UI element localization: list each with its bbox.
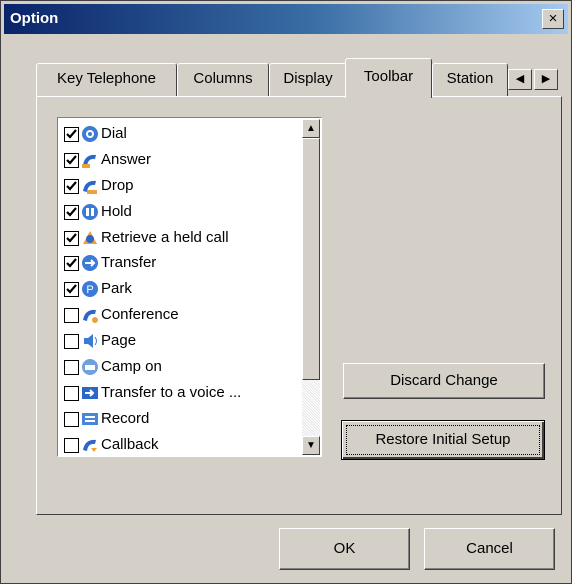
item-checkbox[interactable] [64, 334, 79, 350]
list-item[interactable]: Hold [64, 200, 304, 226]
list-item[interactable]: Transfer [64, 251, 304, 277]
option-dialog: Option × Key Telephone Columns Display T… [0, 0, 572, 584]
item-checkbox[interactable] [64, 127, 79, 142]
item-label: Dial [101, 125, 127, 142]
tab-label: Key Telephone [57, 70, 156, 87]
voice-transfer-icon [81, 384, 99, 402]
tab-columns[interactable]: Columns [177, 63, 269, 96]
item-checkbox[interactable] [64, 411, 79, 427]
tab-scroll-left-button[interactable]: ◀ [508, 69, 532, 90]
focus-rect [346, 425, 540, 455]
close-icon: × [548, 10, 558, 27]
list-item[interactable]: P Park [64, 277, 304, 303]
discard-change-button[interactable]: Discard Change [343, 363, 545, 399]
restore-initial-setup-button[interactable]: Restore Initial Setup [341, 420, 545, 460]
tab-label: Display [283, 70, 333, 87]
list-items-container: Dial Answer Drop Hold Retrieve a held call Tr… [64, 122, 304, 459]
item-label: Retrieve a held call [101, 228, 229, 246]
list-item[interactable]: Page [64, 329, 304, 355]
answer-icon [81, 151, 99, 169]
tab-scroll-right-button[interactable]: ▶ [534, 69, 558, 90]
conference-icon [81, 306, 99, 324]
tab-label: Toolbar [363, 68, 414, 85]
list-item[interactable]: Camp on [64, 355, 304, 381]
list-item[interactable]: Callback [64, 433, 304, 459]
window-title: Option [10, 10, 59, 27]
item-checkbox[interactable] [64, 230, 79, 246]
cancel-button[interactable]: Cancel [424, 528, 555, 570]
toolbar-items-list[interactable]: Dial Answer Drop Hold Retrieve a held call Tr… [57, 117, 322, 457]
list-item[interactable]: Conference [64, 303, 304, 329]
discard-change-label: Discard Change [390, 372, 498, 389]
record-icon [81, 410, 99, 428]
svg-text:P: P [86, 284, 93, 296]
item-label: Answer [101, 150, 152, 168]
speaker-icon [81, 332, 99, 350]
item-label: Conference [101, 306, 179, 324]
item-checkbox[interactable] [64, 308, 79, 324]
camp-on-icon [81, 358, 99, 376]
item-label: Transfer to a voice ... [101, 383, 242, 401]
item-checkbox[interactable] [64, 256, 79, 272]
list-scrollbar[interactable]: ▲ ▼ [302, 119, 320, 455]
scroll-down-button[interactable]: ▼ [302, 436, 320, 455]
scroll-thumb[interactable] [302, 138, 320, 380]
ok-label: OK [333, 540, 356, 557]
scroll-up-button[interactable]: ▲ [302, 119, 320, 138]
item-label: Callback [101, 435, 159, 453]
item-label: Drop [101, 176, 134, 194]
list-item[interactable]: Drop [64, 174, 304, 200]
hold-icon [81, 203, 99, 221]
item-checkbox[interactable] [64, 360, 79, 376]
item-checkbox[interactable] [64, 178, 79, 194]
item-checkbox[interactable] [64, 385, 79, 401]
transfer-icon [81, 254, 99, 272]
left-arrow-icon: ◀ [515, 73, 525, 85]
tab-label: Station [446, 70, 494, 87]
scroll-down-icon: ▼ [306, 440, 316, 451]
item-checkbox[interactable] [64, 152, 79, 168]
item-label: Park [101, 280, 132, 298]
ok-button[interactable]: OK [279, 528, 410, 570]
item-label: Page [101, 332, 137, 350]
tab-display[interactable]: Display [269, 63, 347, 96]
item-label: Camp on [101, 358, 162, 376]
tab-station[interactable]: Station [432, 63, 508, 96]
list-item[interactable]: Dial [64, 122, 304, 148]
item-label: Record [101, 409, 150, 427]
retrieve-icon [81, 229, 99, 247]
park-icon: P [81, 280, 99, 298]
item-checkbox[interactable] [64, 282, 79, 298]
item-label: Hold [101, 202, 132, 220]
tab-scroll-buttons: ◀ ▶ [508, 69, 558, 90]
item-checkbox[interactable] [64, 437, 79, 453]
cancel-label: Cancel [466, 540, 513, 557]
dial-icon [81, 125, 99, 143]
item-checkbox[interactable] [64, 204, 79, 220]
list-item[interactable]: Record [64, 407, 304, 433]
title-bar[interactable]: Option × [4, 4, 568, 34]
close-button[interactable]: × [542, 9, 564, 29]
tab-label: Columns [193, 70, 253, 87]
list-item[interactable]: Transfer to a voice ... [64, 381, 304, 407]
drop-icon [81, 177, 99, 195]
tab-toolbar[interactable]: Toolbar [345, 58, 432, 98]
item-label: Transfer [101, 254, 157, 272]
scroll-up-icon: ▲ [306, 123, 316, 134]
tab-key-telephone[interactable]: Key Telephone [36, 63, 177, 96]
list-item[interactable]: Retrieve a held call [64, 226, 304, 252]
right-arrow-icon: ▶ [541, 73, 551, 85]
callback-icon [81, 436, 99, 454]
list-item[interactable]: Answer [64, 148, 304, 174]
